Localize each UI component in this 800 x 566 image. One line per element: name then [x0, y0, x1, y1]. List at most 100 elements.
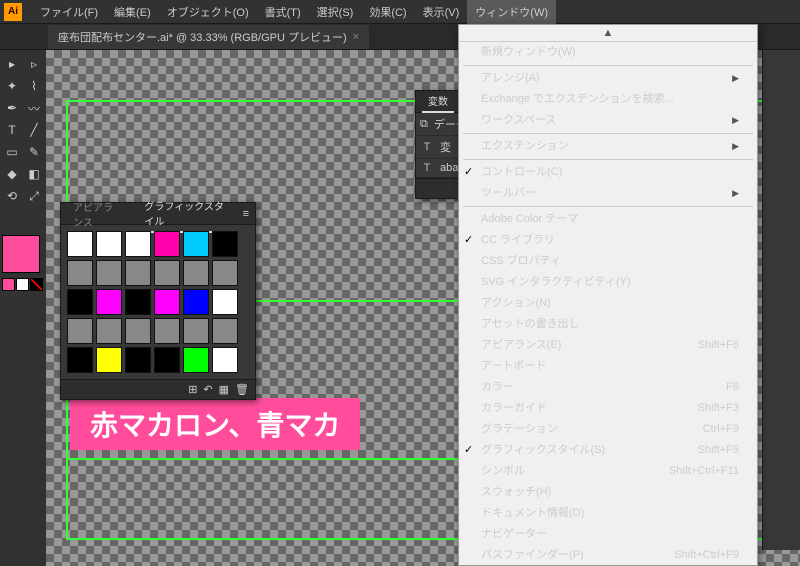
- graphic-style-swatch[interactable]: [96, 260, 122, 286]
- menu-書式[interactable]: 書式(T): [257, 0, 309, 24]
- graphic-style-swatch[interactable]: [154, 260, 180, 286]
- menu-item[interactable]: カラーガイドShift+F3: [459, 398, 757, 419]
- panel-header[interactable]: アピアランス グラフィックスタイル ≡: [61, 203, 255, 225]
- scroll-up-icon[interactable]: ▲: [459, 25, 757, 42]
- lasso-tool[interactable]: ⌇: [24, 76, 44, 96]
- menu-item[interactable]: ナビゲーター: [459, 524, 757, 545]
- menu-編集[interactable]: 編集(E): [106, 0, 159, 24]
- graphic-style-swatch[interactable]: [96, 318, 122, 344]
- menu-item[interactable]: スウォッチ(H): [459, 482, 757, 503]
- menu-item[interactable]: ツールバー▶: [459, 183, 757, 204]
- graphic-style-swatch[interactable]: [212, 289, 238, 315]
- graphic-style-swatch[interactable]: [125, 318, 151, 344]
- menu-item-label: カラーガイド: [481, 401, 547, 416]
- rectangle-tool[interactable]: ▭: [2, 142, 22, 162]
- graphic-style-swatch[interactable]: [67, 289, 93, 315]
- menu-item[interactable]: カラーF6: [459, 377, 757, 398]
- footer-icon[interactable]: ▦: [219, 383, 229, 396]
- menu-効果[interactable]: 効果(C): [361, 0, 414, 24]
- menu-item[interactable]: ワークスペース▶: [459, 110, 757, 131]
- menu-item[interactable]: ✓CC ライブラリ: [459, 230, 757, 251]
- graphic-style-swatch[interactable]: [67, 260, 93, 286]
- graphic-style-swatch[interactable]: [183, 260, 209, 286]
- graphic-style-swatch[interactable]: [154, 289, 180, 315]
- shaper-tool[interactable]: ◆: [2, 164, 22, 184]
- graphic-style-swatch[interactable]: [67, 347, 93, 373]
- magic-wand-tool[interactable]: ✦: [2, 76, 22, 96]
- graphic-style-swatch[interactable]: [183, 347, 209, 373]
- pen-tool[interactable]: ✒: [2, 98, 22, 118]
- swatch-pink[interactable]: [2, 278, 15, 291]
- menu-オブジェクト[interactable]: オブジェクト(O): [159, 0, 257, 24]
- menu-item[interactable]: ✓コントロール(C): [459, 162, 757, 183]
- menu-item-label: Exchange でエクステンションを検索...: [481, 92, 674, 107]
- panel-menu-icon[interactable]: ≡: [243, 208, 249, 220]
- graphic-style-swatch[interactable]: [67, 318, 93, 344]
- graphic-style-swatch[interactable]: [212, 260, 238, 286]
- menu-item[interactable]: ドキュメント情報(D): [459, 503, 757, 524]
- menu-item[interactable]: アセットの書き出し: [459, 314, 757, 335]
- menu-ウィンドウ[interactable]: ウィンドウ(W): [467, 0, 556, 24]
- graphic-style-swatch[interactable]: [96, 289, 122, 315]
- tab-variables[interactable]: 変数: [422, 90, 454, 113]
- menu-item[interactable]: SVG インタラクティビティ(Y): [459, 272, 757, 293]
- graphic-style-swatch[interactable]: [183, 289, 209, 315]
- rotate-tool[interactable]: ⟲: [2, 186, 22, 206]
- curvature-tool[interactable]: 〰: [24, 98, 44, 118]
- graphic-style-swatch[interactable]: [212, 347, 238, 373]
- menu-item[interactable]: エクステンション▶: [459, 136, 757, 157]
- footer-icon[interactable]: ⊞: [188, 383, 197, 396]
- graphic-style-swatch[interactable]: [154, 231, 180, 257]
- menu-item[interactable]: アピアランス(E)Shift+F6: [459, 335, 757, 356]
- menu-item[interactable]: シンボルShift+Ctrl+F11: [459, 461, 757, 482]
- type-icon: T: [420, 162, 434, 174]
- document-tab[interactable]: 座布団配布センター.ai* @ 33.33% (RGB/GPU プレビュー) ×: [48, 25, 369, 49]
- direct-selection-tool[interactable]: ▹: [24, 54, 44, 74]
- graphic-style-swatch[interactable]: [183, 231, 209, 257]
- menu-item[interactable]: 新規ウィンドウ(W): [459, 42, 757, 63]
- tab-graphic-styles[interactable]: グラフィックスタイル: [138, 195, 232, 233]
- fill-swatch[interactable]: [2, 235, 40, 273]
- graphic-style-swatch[interactable]: [67, 231, 93, 257]
- close-icon[interactable]: ×: [353, 31, 359, 43]
- chevron-right-icon: ▶: [732, 71, 739, 86]
- graphic-style-swatch[interactable]: [96, 231, 122, 257]
- menu-item[interactable]: アレンジ(A)▶: [459, 68, 757, 89]
- menu-item-label: アートボード: [481, 359, 546, 374]
- graphic-style-swatch[interactable]: [212, 231, 238, 257]
- graphic-style-swatch[interactable]: [125, 231, 151, 257]
- menu-item[interactable]: パスファインダー(P)Shift+Ctrl+F9: [459, 545, 757, 566]
- type-tool[interactable]: T: [2, 120, 22, 140]
- paintbrush-tool[interactable]: ✎: [24, 142, 44, 162]
- line-tool[interactable]: ╱: [24, 120, 44, 140]
- eraser-tool[interactable]: ◧: [24, 164, 44, 184]
- trash-icon[interactable]: 🗑: [235, 383, 249, 396]
- menu-選択[interactable]: 選択(S): [309, 0, 362, 24]
- graphic-style-swatch[interactable]: [154, 347, 180, 373]
- graphic-style-swatch[interactable]: [96, 347, 122, 373]
- footer-icon[interactable]: ↶: [203, 383, 212, 396]
- menu-item[interactable]: Exchange でエクステンションを検索...: [459, 89, 757, 110]
- tab-appearance[interactable]: アピアランス: [67, 196, 128, 232]
- menu-ファイル[interactable]: ファイル(F): [32, 0, 106, 24]
- scale-tool[interactable]: ⤢: [24, 186, 44, 206]
- right-panel-strip[interactable]: [762, 50, 800, 550]
- graphic-style-swatch[interactable]: [125, 289, 151, 315]
- menu-item[interactable]: Adobe Color テーマ: [459, 209, 757, 230]
- graphic-style-swatch[interactable]: [125, 347, 151, 373]
- graphic-style-swatch[interactable]: [212, 318, 238, 344]
- text-object[interactable]: 赤マカロン、青マカ: [70, 398, 360, 450]
- menu-item-label: グラフィックスタイル(S): [481, 443, 605, 458]
- menu-表示[interactable]: 表示(V): [415, 0, 468, 24]
- menu-item[interactable]: グラデーションCtrl+F9: [459, 419, 757, 440]
- graphic-style-swatch[interactable]: [125, 260, 151, 286]
- menu-item[interactable]: ✓グラフィックスタイル(S)Shift+F5: [459, 440, 757, 461]
- graphic-style-swatch[interactable]: [154, 318, 180, 344]
- menu-item[interactable]: CSS プロパティ: [459, 251, 757, 272]
- selection-tool[interactable]: ▸: [2, 54, 22, 74]
- swatch-white[interactable]: [16, 278, 29, 291]
- menu-item[interactable]: アクション(N): [459, 293, 757, 314]
- graphic-styles-panel[interactable]: アピアランス グラフィックスタイル ≡ ⊞ ↶ ▦ 🗑: [60, 202, 256, 400]
- graphic-style-swatch[interactable]: [183, 318, 209, 344]
- menu-item[interactable]: アートボード: [459, 356, 757, 377]
